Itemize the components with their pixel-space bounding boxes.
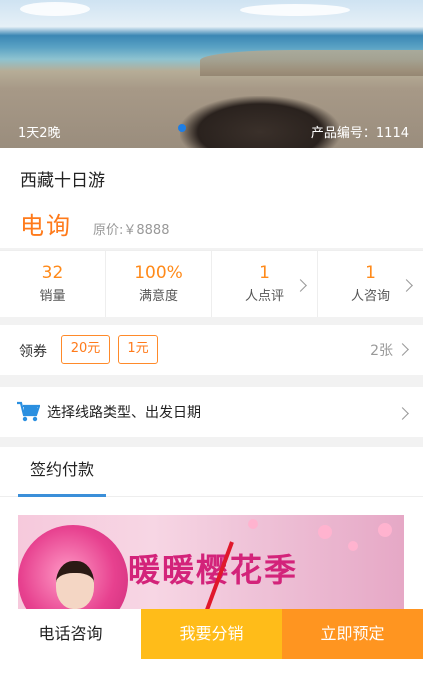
product-info: 西藏十日游 电询 原价:￥8888 — [0, 148, 423, 248]
coupon-tag[interactable]: 1元 — [118, 335, 158, 364]
cloud — [20, 2, 90, 16]
woman-graphic — [56, 561, 94, 609]
shoreline — [200, 50, 423, 76]
stat-inquiries[interactable]: 1 人咨询 — [318, 251, 423, 317]
blossom — [348, 541, 358, 551]
cloud — [240, 4, 350, 16]
blossom — [248, 519, 258, 529]
stat-value: 100% — [134, 263, 183, 283]
tab-payment[interactable]: 签约付款 — [18, 447, 106, 497]
stats-row: 32 销量 100% 满意度 1 人点评 1 人咨询 — [0, 250, 423, 317]
bottom-safe-area — [0, 659, 423, 675]
coupon-count: 2张 — [370, 343, 393, 359]
tab-bar: 签约付款 — [0, 447, 423, 497]
stat-reviews[interactable]: 1 人点评 — [212, 251, 318, 317]
blossom — [318, 525, 332, 539]
coupon-row[interactable]: 领券 20元 1元 2张 — [0, 325, 423, 375]
coupon-label: 领券 — [19, 344, 47, 360]
route-selector[interactable]: 选择线路类型、出发日期 — [0, 387, 423, 437]
chevron-right-icon — [396, 343, 409, 356]
stat-satisfaction: 100% 满意度 — [106, 251, 212, 317]
stat-label: 销量 — [39, 289, 66, 304]
product-title: 西藏十日游 — [20, 171, 105, 191]
blossom — [378, 523, 392, 537]
book-now-button[interactable]: 立即预定 — [282, 609, 423, 659]
price: 电询 — [20, 212, 72, 240]
distribute-button[interactable]: 我要分销 — [141, 609, 282, 659]
stat-sales: 32 销量 — [0, 251, 106, 317]
cart-icon — [17, 401, 40, 422]
chevron-right-icon — [396, 407, 409, 420]
product-code: 产品编号：1114 — [310, 126, 409, 141]
stat-label: 满意度 — [138, 289, 178, 304]
stat-value: 32 — [41, 263, 64, 283]
hero-image[interactable]: 1天2晚 产品编号：1114 — [0, 0, 423, 148]
duration-label: 1天2晚 — [18, 126, 61, 141]
route-label: 选择线路类型、出发日期 — [47, 405, 201, 421]
phone-consult-button[interactable]: 电话咨询 — [0, 609, 141, 659]
carousel-indicator[interactable] — [178, 124, 186, 132]
original-price: 原价:￥8888 — [93, 223, 170, 238]
coupon-tag[interactable]: 20元 — [61, 335, 110, 364]
